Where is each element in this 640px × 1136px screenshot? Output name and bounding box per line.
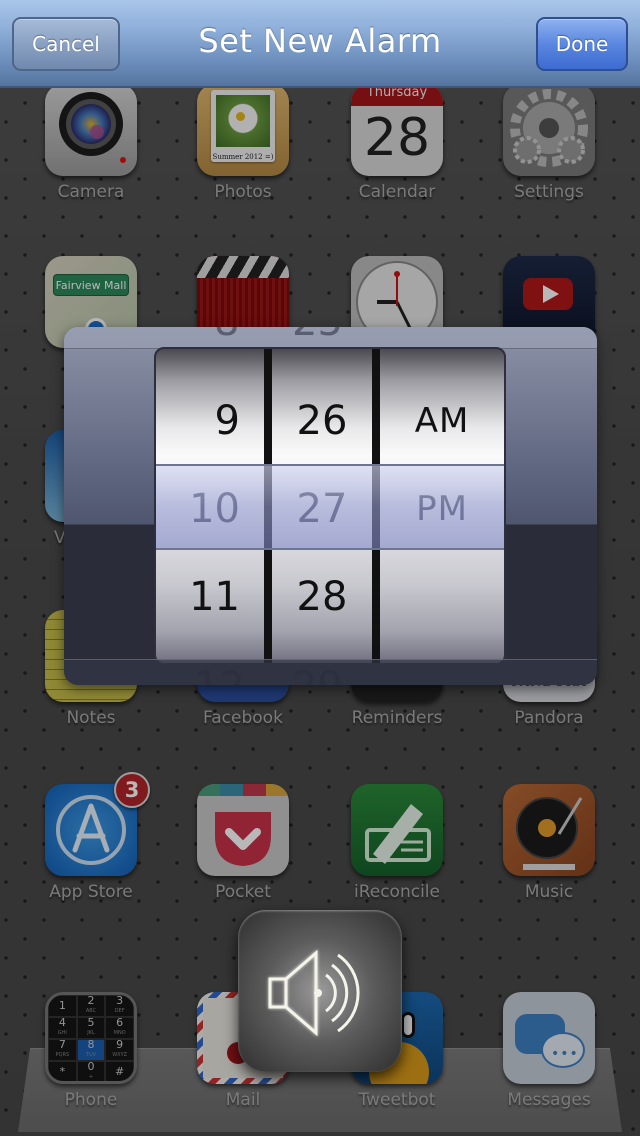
period-option[interactable] [380,554,504,640]
minute-wheel[interactable]: 26 27 28 [272,349,372,663]
keypad-digit: * [59,1065,66,1078]
speaker-volume-icon [268,949,360,1037]
settings-icon [503,84,595,176]
app-label: iReconcile [353,882,440,902]
keypad-letters: DEF [114,1008,125,1014]
keypad-digit: # [115,1065,125,1078]
hour-option[interactable]: 11 [156,554,264,640]
app-calendar[interactable]: Thursday 28 Calendar [322,84,472,202]
app-label: App Store [49,882,133,902]
phone-icon: 1 2 ABC 3 DEF 4 GHI 5 JKL 6 MNO 7 PQRS 8 TUV 9 WXYZ * 0 + # [45,992,137,1084]
keypad-digit: 7 [58,1038,66,1051]
notification-badge: 3 [114,772,150,808]
app-camera[interactable]: Camera [16,84,166,202]
app-music[interactable]: Music [474,784,624,902]
period-option[interactable]: AM [380,378,504,464]
app-label: Photos [214,182,272,202]
hour-above: 8 [214,327,239,345]
app-photos[interactable]: Summer 2012 =) Photos [168,84,318,202]
photo-caption: Summer 2012 =) [212,153,274,161]
keypad-letters: GHI [57,1030,67,1036]
app-label: Notes [66,708,116,728]
keypad-digit: 1 [58,999,66,1012]
app-label: Calendar [358,182,436,202]
minute-below: 29 [292,664,343,685]
app-label: Pocket [215,882,271,902]
keypad-digit: 2 [87,994,95,1007]
keypad-key: 1 [48,995,77,1017]
hour-option-selected[interactable]: 10 [156,466,264,552]
period-wheel[interactable]: AM PM [380,349,504,663]
minute-option[interactable]: 26 [272,378,372,464]
calendar-icon: Thursday 28 [351,84,443,176]
ireconcile-icon [351,784,443,876]
hour-wheel[interactable]: 9 10 11 [156,349,264,663]
keypad-digit: 4 [58,1016,66,1029]
app-label: Camera [57,182,125,202]
keypad-letters: JKL [87,1030,95,1036]
keypad-key: 0 + [76,1060,106,1081]
app-label: Facebook [203,708,283,728]
keypad-digit: 5 [87,1016,95,1029]
pocket-icon [197,784,289,876]
volume-hud [238,910,402,1072]
done-button[interactable]: Done [536,17,628,71]
app-settings[interactable]: Settings [474,84,624,202]
dock-app-phone[interactable]: 1 2 ABC 3 DEF 4 GHI 5 JKL 6 MNO 7 PQRS 8 TUV 9 WXYZ * 0 + # … [16,992,166,1110]
app-ireconcile[interactable]: iReconcile [322,784,472,902]
app-label: Settings [514,182,584,202]
keypad-key: 7 PQRS [48,1039,77,1061]
app-label: Tweetbot [358,1090,436,1110]
keypad-letters: PQRS [55,1052,70,1058]
camera-icon [45,84,137,176]
app-pocket[interactable]: Pocket [168,784,318,902]
keypad-digit: 9 [116,1038,124,1051]
keypad-digit: 8 [87,1038,95,1051]
minute-above: 25 [292,327,343,345]
keypad-key: 6 MNO [105,1017,134,1039]
keypad-letters: WXYZ [112,1052,128,1058]
music-icon [503,784,595,876]
app-label: Pandora [514,708,584,728]
photos-icon: Summer 2012 =) [197,84,289,176]
app-label: Mail [225,1090,261,1110]
app-app-store[interactable]: 3 App Store [16,772,166,902]
app-label: Phone [64,1090,118,1110]
keypad-key: 5 JKL [76,1016,106,1039]
keypad-key: 3 DEF [105,995,134,1017]
keypad-key: 9 WXYZ [105,1039,134,1061]
keypad-letters: + [88,1074,94,1080]
keypad-letters: ABC [85,1008,97,1014]
navigation-bar: Cancel Set New Alarm Done [0,0,640,88]
keypad-key: 8 TUV [76,1038,106,1061]
keypad-key: 2 ABC [76,994,106,1017]
keypad-digit: 0 [87,1060,95,1073]
messages-icon: ••• [503,992,595,1084]
hour-option[interactable]: 9 [156,378,264,464]
keypad-key: # [105,1061,134,1081]
keypad-grid: 1 2 ABC 3 DEF 4 GHI 5 JKL 6 MNO 7 PQRS 8 TUV 9 WXYZ * 0 + # [48,995,134,1081]
map-pin-label: Fairview Mall [53,274,129,296]
keypad-key: 4 GHI [48,1017,77,1039]
app-label: Messages [507,1090,591,1110]
period-option-selected[interactable]: PM [380,466,504,552]
keypad-digit: 3 [116,994,124,1007]
hour-below: 12 [194,664,245,685]
time-picker-panel: 8 25 9 10 11 26 27 28 AM PM 12 29 [64,327,597,685]
minute-option[interactable]: 28 [272,554,372,640]
minute-option-selected[interactable]: 27 [272,466,372,552]
app-label: Reminders [351,708,443,728]
app-label: Music [524,882,574,902]
dock-app-messages[interactable]: ••• Messages [474,992,624,1110]
calendar-day: 28 [363,108,431,168]
keypad-key: * [48,1061,77,1081]
keypad-letters: TUV [85,1052,97,1058]
keypad-letters: MNO [113,1030,126,1036]
keypad-digit: 6 [116,1016,124,1029]
picker-top-overflow: 8 25 [64,327,597,349]
time-picker: 9 10 11 26 27 28 AM PM [154,347,506,665]
